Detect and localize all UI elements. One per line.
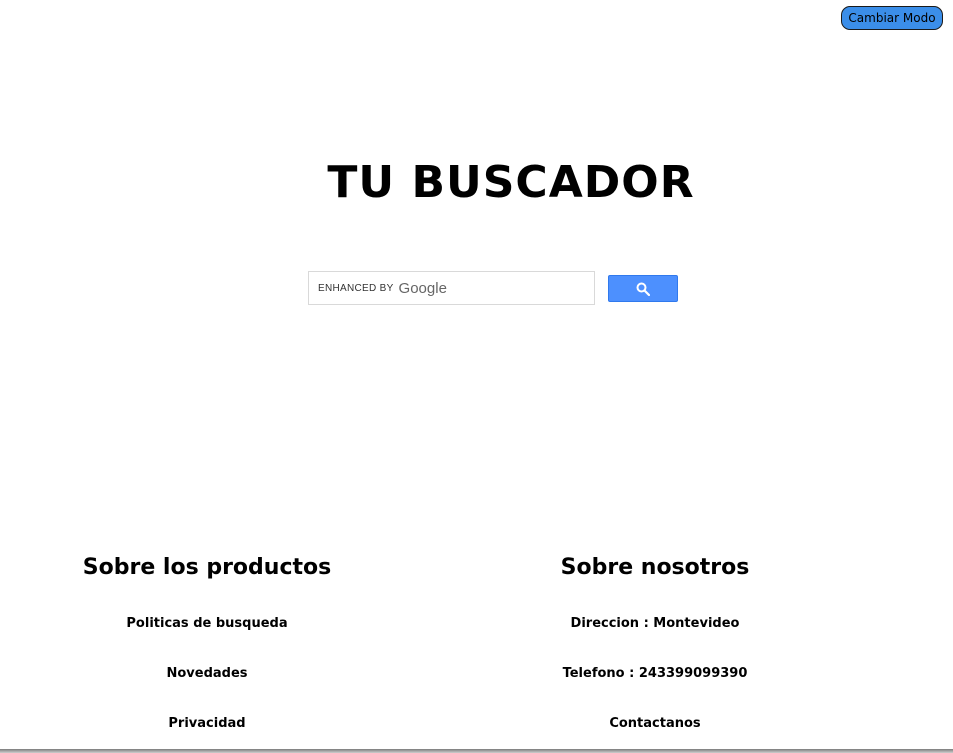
address-text: Direccion : Montevideo bbox=[570, 616, 740, 631]
products-heading: Sobre los productos bbox=[82, 555, 332, 580]
phone-text: Telefono : 243399099390 bbox=[562, 666, 748, 681]
change-mode-button[interactable]: Cambiar Modo bbox=[841, 6, 943, 30]
privacy-link[interactable]: Privacidad bbox=[57, 715, 357, 733]
search-icon bbox=[636, 282, 650, 296]
news-link[interactable]: Novedades bbox=[57, 665, 357, 683]
contact-link[interactable]: Contactanos bbox=[505, 715, 805, 733]
search-box[interactable]: ENHANCED BY Google bbox=[308, 271, 595, 305]
about-heading: Sobre nosotros bbox=[560, 555, 750, 580]
bottom-divider bbox=[0, 749, 953, 753]
page-title: TU BUSCADOR bbox=[327, 157, 695, 208]
search-policies-link[interactable]: Politicas de busqueda bbox=[57, 615, 357, 633]
page: Cambiar Modo TU BUSCADOR ENHANCED BY Goo… bbox=[0, 0, 953, 753]
search-button[interactable] bbox=[608, 275, 678, 302]
